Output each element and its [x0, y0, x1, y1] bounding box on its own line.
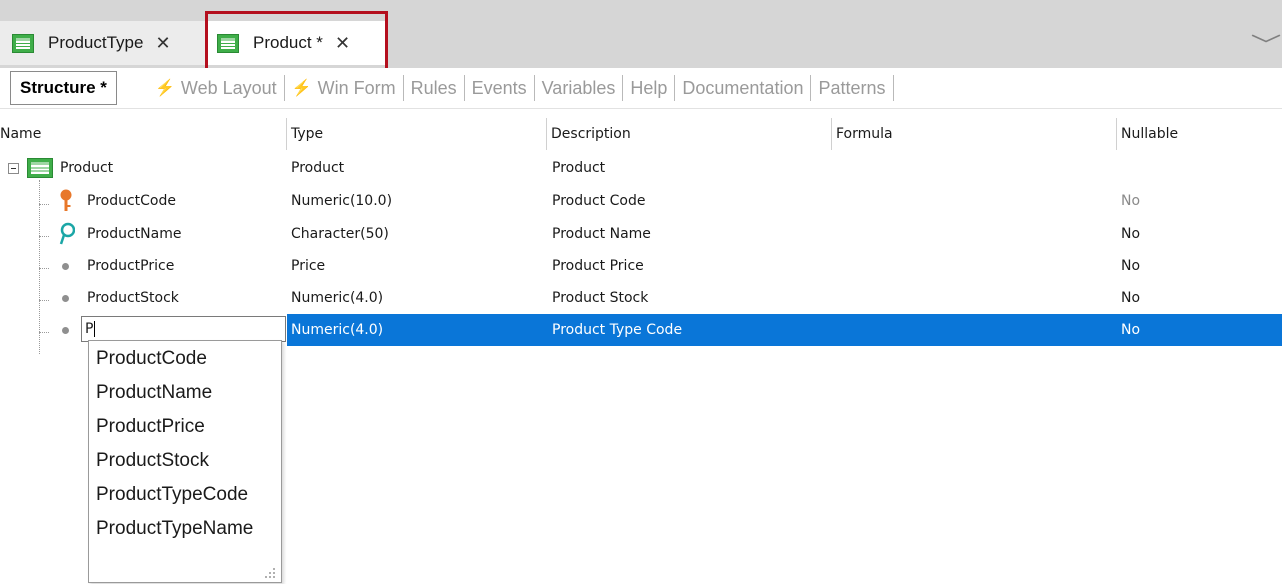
resize-grip-icon[interactable] — [261, 564, 277, 580]
name-edit-value: P — [85, 321, 94, 337]
tab-structure[interactable]: Structure * — [10, 71, 117, 105]
autocomplete-item[interactable]: ProductTypeName — [96, 512, 253, 546]
attribute-dot-icon — [62, 295, 69, 302]
cell-description: Product Name — [552, 226, 651, 242]
tab-documentation[interactable]: Documentation — [675, 75, 812, 101]
cell-type: Numeric(4.0) — [291, 290, 384, 306]
cell-name: ProductPrice — [87, 258, 175, 274]
column-header-formula[interactable]: Formula — [832, 118, 1117, 150]
autocomplete-item[interactable]: ProductName — [96, 376, 212, 410]
cell-name: Product — [60, 160, 114, 176]
cell-name: ProductCode — [87, 193, 176, 209]
tab-variables[interactable]: Variables — [535, 75, 624, 101]
lightning-icon: ⚡ — [155, 80, 175, 97]
search-key-icon — [59, 218, 75, 250]
cell-type: Product — [291, 160, 345, 176]
table-row[interactable]: Product Product Product — [0, 152, 1282, 184]
autocomplete-item[interactable]: ProductStock — [96, 444, 209, 478]
table-row[interactable]: ProductCode Numeric(10.0) Product Code N… — [0, 185, 1282, 217]
name-edit-input[interactable]: P — [81, 316, 286, 342]
tab-events[interactable]: Events — [465, 75, 535, 101]
cell-type: Price — [291, 258, 326, 274]
table-row[interactable]: ProductName Character(50) Product Name N… — [0, 218, 1282, 250]
text-caret — [94, 321, 96, 337]
cell-nullable: No — [1121, 290, 1141, 306]
autocomplete-item[interactable]: ProductTypeCode — [96, 478, 248, 512]
table-row[interactable]: ProductStock Numeric(4.0) Product Stock … — [0, 282, 1282, 314]
section-tab-list: ⚡ Web Layout ⚡ Win Form Rules Events Var… — [148, 75, 894, 101]
cell-description: Product — [552, 160, 606, 176]
autocomplete-item[interactable]: ProductCode — [96, 342, 207, 376]
cell-description: Product Type Code — [552, 322, 683, 338]
cell-nullable: No — [1121, 322, 1141, 338]
tab-web-layout-label: Web Layout — [180, 77, 277, 98]
tab-win-form-label: Win Form — [317, 77, 396, 98]
cell-type: Numeric(10.0) — [291, 193, 393, 209]
attribute-dot-icon — [62, 263, 69, 270]
editor-section-tabs: Structure * ⚡ Web Layout ⚡ Win Form Rule… — [0, 68, 1282, 109]
cell-description: Product Stock — [552, 290, 649, 306]
tab-patterns[interactable]: Patterns — [811, 75, 894, 101]
cell-nullable: No — [1121, 258, 1141, 274]
column-header-name[interactable]: Name — [0, 118, 287, 150]
cell-description: Product Price — [552, 258, 644, 274]
collapse-icon[interactable] — [8, 152, 19, 184]
tab-rules[interactable]: Rules — [404, 75, 465, 101]
cell-name: ProductStock — [87, 290, 179, 306]
tab-help[interactable]: Help — [623, 75, 676, 101]
column-header-nullable[interactable]: Nullable — [1117, 118, 1282, 150]
table-row[interactable]: ProductPrice Price Product Price No — [0, 250, 1282, 282]
transaction-icon — [27, 152, 53, 184]
tab-producttype[interactable]: ProductType ✕ — [0, 21, 205, 65]
cell-type: Numeric(4.0) — [291, 322, 384, 338]
tab-producttype-label: ProductType — [48, 33, 144, 52]
tab-highlight-box — [205, 11, 388, 72]
cell-nullable: No — [1121, 193, 1141, 209]
close-icon[interactable]: ✕ — [155, 33, 170, 54]
cell-description: Product Code — [552, 193, 646, 209]
cell-nullable: No — [1121, 226, 1141, 242]
tab-win-form[interactable]: ⚡ Win Form — [285, 75, 404, 101]
cell-name: ProductName — [87, 226, 182, 242]
column-header-description[interactable]: Description — [547, 118, 832, 150]
tab-web-layout[interactable]: ⚡ Web Layout — [148, 75, 285, 101]
column-header-type[interactable]: Type — [287, 118, 547, 150]
autocomplete-item[interactable]: ProductPrice — [96, 410, 205, 444]
chevron-down-icon[interactable]: ﹀ — [1251, 28, 1282, 60]
transaction-icon — [12, 33, 34, 53]
autocomplete-dropdown[interactable]: ProductCode ProductName ProductPrice Pro… — [88, 340, 282, 583]
primary-key-icon — [59, 185, 73, 217]
lightning-icon: ⚡ — [291, 80, 312, 97]
cell-type: Character(50) — [291, 226, 389, 242]
attribute-dot-icon — [62, 327, 69, 334]
document-tab-bar: ProductType ✕ Product * ✕ ﹀ — [0, 0, 1282, 72]
